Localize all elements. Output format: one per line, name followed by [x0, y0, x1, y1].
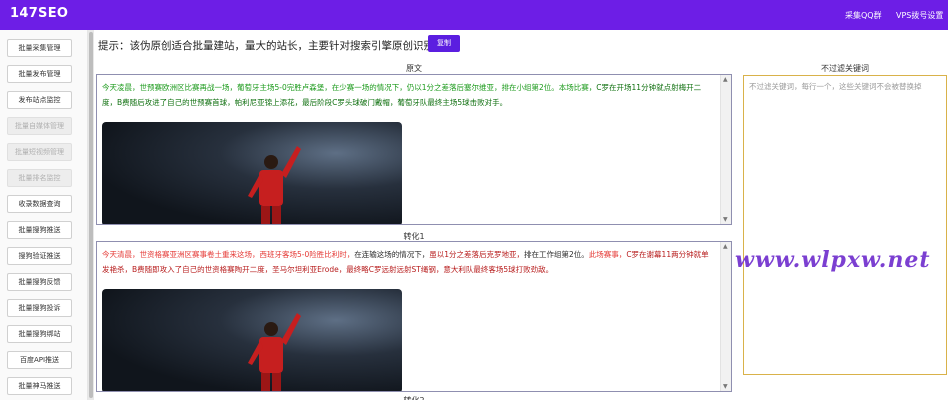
sidebar-item-shenma-push[interactable]: 批量神马推送: [7, 377, 72, 395]
scroll-up-icon[interactable]: ▲: [723, 76, 728, 83]
original-segment: 今天凌晨，世预赛欧洲区比赛再战一场，葡萄牙主场5-0完胜卢森堡，在少赛一场的情况…: [102, 83, 559, 92]
keywords-textarea[interactable]: 不过滤关键词，每行一个，这些关键词不会被替换掉: [743, 75, 947, 375]
player-figure: [248, 313, 301, 391]
sidebar: 批量采集管理 批量发布管理 发布站点监控 批量自媒体管理 批量短视频管理 批量排…: [0, 30, 88, 400]
hint-text: 提示：该伪原创适合批量建站，量大的站长，主要针对搜索引擎原创识别: [98, 40, 434, 52]
original-title: 原文: [406, 64, 422, 73]
top-bar: 147SEO 采集QQ群 VPS拨号设置: [0, 0, 948, 30]
scroll-down-icon[interactable]: ▼: [723, 216, 728, 223]
sidebar-item-sogou-push[interactable]: 批量搜狗推送: [7, 221, 72, 239]
player-figure: [248, 146, 301, 224]
converted-textarea[interactable]: 今天清晨，世资格赛亚洲区赛事卷土重来这场，西班牙客场5-0险胜比利时，在连输这场…: [96, 241, 732, 392]
sidebar-item-media-manage: 批量自媒体管理: [7, 117, 72, 135]
sidebar-item-video-manage: 批量短视频管理: [7, 143, 72, 161]
converted-segment: 虽以1分之差落后克罗地亚，: [429, 250, 525, 259]
football-photo: [102, 289, 402, 391]
sidebar-item-index-query[interactable]: 收录数据查询: [7, 195, 72, 213]
sidebar-scrollbar-thumb[interactable]: [89, 32, 93, 398]
sidebar-item-sogou-bind[interactable]: 批量搜狗绑站: [7, 325, 72, 343]
sidebar-item-sogou-complaint[interactable]: 批量搜狗投诉: [7, 299, 72, 317]
converted-segment: 在连输这场的情况下，: [354, 250, 430, 259]
converted-segment: 排在工作组第2位。: [524, 250, 589, 259]
converted-content: 今天清晨，世资格赛亚洲区赛事卷土重来这场，西班牙客场5-0险胜比利时，在连输这场…: [102, 247, 714, 277]
qq-group-link[interactable]: 采集QQ群: [845, 10, 882, 21]
converted-scrollbar[interactable]: ▲ ▼: [720, 242, 731, 391]
sidebar-item-site-monitor[interactable]: 发布站点监控: [7, 91, 72, 109]
sidebar-item-sogou-feedback[interactable]: 批量搜狗反馈: [7, 273, 72, 291]
original-scrollbar[interactable]: ▲ ▼: [720, 75, 731, 224]
converted-segment: 此场赛事，: [588, 250, 627, 259]
sidebar-item-sogou-verify-push[interactable]: 搜狗验证推送: [7, 247, 72, 265]
converted2-title: 转化2: [96, 395, 732, 400]
sidebar-item-batch-publish[interactable]: 批量发布管理: [7, 65, 72, 83]
sidebar-item-baidu-api-push[interactable]: 百度API推送: [7, 351, 72, 369]
original-textarea[interactable]: 今天凌晨，世预赛欧洲区比赛再战一场，葡萄牙主场5-0完胜卢森堡，在少赛一场的情况…: [96, 74, 732, 225]
sidebar-item-rank-monitor: 批量排名监控: [7, 169, 72, 187]
keywords-title: 不过滤关键词: [821, 64, 869, 73]
keywords-placeholder: 不过滤关键词，每行一个，这些关键词不会被替换掉: [749, 82, 922, 91]
watermark: www.wlpxw.net: [735, 247, 931, 273]
brand-logo[interactable]: 147SEO: [10, 6, 68, 21]
original-segment: 本场比赛，: [558, 83, 597, 92]
scroll-down-icon[interactable]: ▼: [723, 383, 728, 390]
sidebar-item-batch-collect[interactable]: 批量采集管理: [7, 39, 72, 57]
copy-button[interactable]: 复制: [428, 35, 460, 52]
vps-settings-link[interactable]: VPS拨号设置: [896, 10, 943, 21]
converted-segment: 今天清晨，世资格赛亚洲区赛事卷土重来这场，西班牙客场5-0险胜比利时，: [102, 250, 355, 259]
original-content: 今天凌晨，世预赛欧洲区比赛再战一场，葡萄牙主场5-0完胜卢森堡，在少赛一场的情况…: [102, 80, 714, 110]
football-photo: [102, 122, 402, 224]
scroll-up-icon[interactable]: ▲: [723, 243, 728, 250]
